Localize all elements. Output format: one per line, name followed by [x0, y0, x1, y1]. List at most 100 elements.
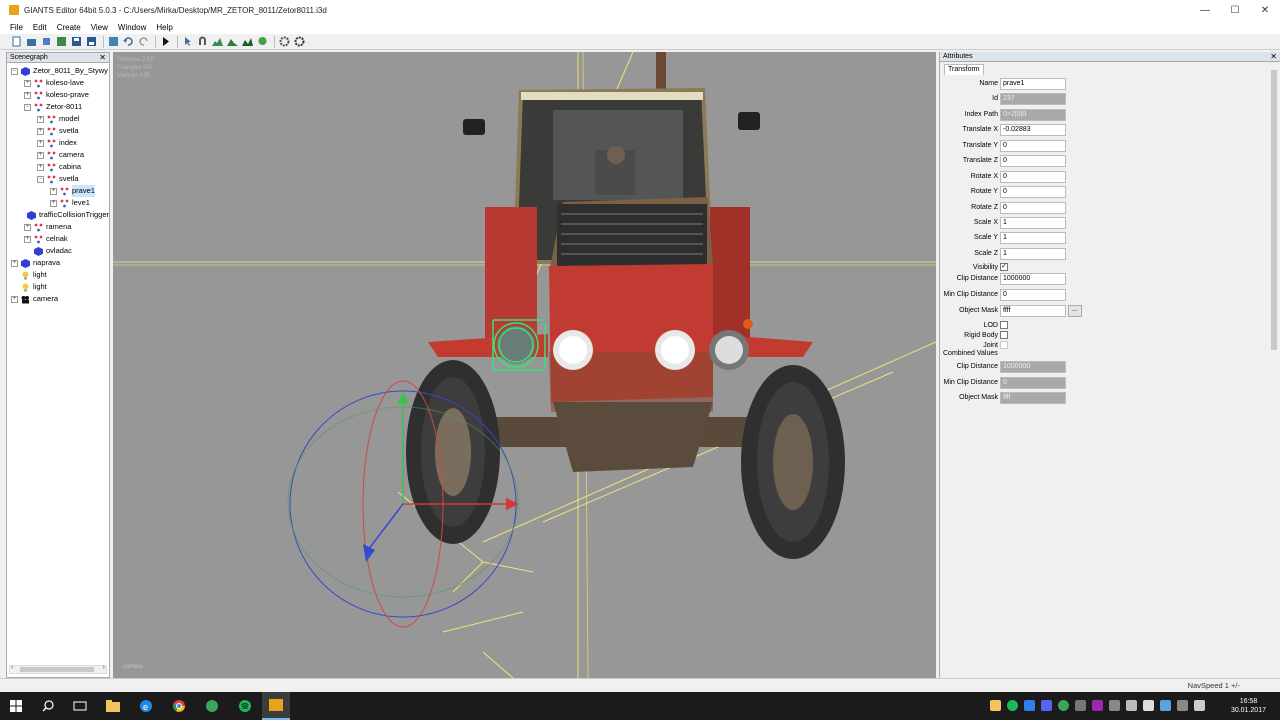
attributes-close-button[interactable]: ✕ — [1270, 52, 1277, 62]
app-green-icon[interactable] — [198, 692, 226, 720]
attribute-value-field[interactable]: 0 — [1000, 155, 1066, 167]
tray-green-icon[interactable] — [1058, 700, 1069, 711]
tray-battery-icon[interactable] — [1194, 700, 1205, 711]
tree-node[interactable]: + model — [7, 113, 109, 125]
start-button[interactable] — [2, 692, 30, 720]
chrome-icon[interactable] — [165, 692, 193, 720]
expand-icon[interactable]: + — [37, 163, 44, 171]
scenegraph-close-button[interactable]: ✕ — [99, 53, 106, 63]
joint-checkbox[interactable] — [1000, 341, 1008, 349]
tree-node[interactable]: − svetla — [7, 173, 109, 185]
min-clip-distance-field[interactable]: 0 — [1000, 289, 1066, 301]
magnet-icon[interactable] — [196, 36, 208, 48]
select-tool-icon[interactable] — [181, 36, 193, 48]
menu-help[interactable]: Help — [156, 23, 172, 32]
foliage-icon[interactable] — [241, 36, 253, 48]
tree-node[interactable]: − Zetor-8011 — [7, 101, 109, 113]
attribute-value-field[interactable]: prave1 — [1000, 78, 1066, 90]
expand-icon[interactable]: + — [24, 79, 31, 87]
expand-icon[interactable]: + — [37, 139, 44, 147]
collapse-icon[interactable]: − — [11, 67, 18, 75]
save-icon[interactable] — [70, 36, 82, 48]
attribute-value-field[interactable]: 1 — [1000, 217, 1066, 229]
3d-viewport[interactable]: Distance 2.58 Triangles 867 Vertices 838… — [113, 52, 936, 678]
expand-icon[interactable]: + — [24, 91, 31, 99]
tree-node[interactable]: + ramena — [7, 221, 109, 233]
tree-node[interactable]: + celnak — [7, 233, 109, 245]
tree-node[interactable]: + naprava — [7, 257, 109, 269]
taskbar-clock[interactable]: 16:58 30.01.2017 — [1231, 697, 1266, 715]
visibility-checkbox[interactable]: ✓ — [1000, 263, 1008, 271]
expand-icon[interactable]: + — [37, 127, 44, 135]
import-icon[interactable] — [40, 36, 52, 48]
spotify-icon[interactable] — [231, 692, 259, 720]
tray-folder-icon[interactable] — [990, 700, 1001, 711]
attributes-vertical-scrollbar[interactable] — [1270, 64, 1278, 672]
scenegraph-horizontal-scrollbar[interactable]: ‹ › — [9, 664, 107, 674]
tree-node[interactable]: + camera — [7, 149, 109, 161]
tray-monitor-icon[interactable] — [1075, 700, 1086, 711]
scroll-right-icon[interactable]: › — [103, 664, 105, 671]
refresh-icon[interactable] — [55, 36, 67, 48]
tree-node[interactable]: trafficCollisionTrigger — [7, 209, 109, 221]
close-button[interactable]: ✕ — [1250, 0, 1280, 20]
tray-keyboard-icon[interactable] — [1177, 700, 1188, 711]
tab-transform[interactable]: Transform — [944, 64, 984, 75]
tree-node[interactable]: + camera — [7, 293, 109, 305]
export-icon[interactable] — [107, 36, 119, 48]
menu-file[interactable]: File — [10, 23, 23, 32]
expand-icon[interactable]: + — [24, 235, 31, 243]
tree-node[interactable]: + leve1 — [7, 197, 109, 209]
minimize-button[interactable]: — — [1190, 0, 1220, 20]
attribute-value-field[interactable]: -0.02883 — [1000, 124, 1066, 136]
tray-network-icon[interactable] — [1109, 700, 1120, 711]
settings-icon[interactable] — [293, 36, 305, 48]
edge-browser-icon[interactable]: e — [132, 692, 160, 720]
tree-node[interactable]: + cabina — [7, 161, 109, 173]
terrain-paint-icon[interactable] — [226, 36, 238, 48]
open-file-icon[interactable] — [25, 36, 37, 48]
tray-app-icon[interactable] — [1024, 700, 1035, 711]
scrollbar-thumb[interactable] — [20, 667, 94, 672]
tree-node[interactable]: + prave1 — [7, 185, 109, 197]
save-all-icon[interactable] — [85, 36, 97, 48]
tree-node[interactable]: + koleso-prave — [7, 89, 109, 101]
tray-spotify-icon[interactable] — [1007, 700, 1018, 711]
search-icon[interactable] — [34, 692, 62, 720]
undo-icon[interactable] — [122, 36, 134, 48]
rigid-body-checkbox[interactable] — [1000, 331, 1008, 339]
attribute-value-field[interactable]: 0 — [1000, 202, 1066, 214]
scroll-left-icon[interactable]: ‹ — [11, 664, 13, 671]
object-mask-field[interactable]: ffff — [1000, 305, 1066, 317]
gear-icon[interactable] — [278, 36, 290, 48]
attribute-value-field[interactable]: 0 — [1000, 140, 1066, 152]
tray-media-icon[interactable] — [1092, 700, 1103, 711]
tree-node[interactable]: light — [7, 281, 109, 293]
attribute-value-field[interactable]: 1 — [1000, 248, 1066, 260]
tree-node[interactable]: + svetla — [7, 125, 109, 137]
giants-editor-taskbar-icon[interactable] — [262, 692, 290, 720]
attribute-value-field[interactable]: 0 — [1000, 171, 1066, 183]
plant-icon[interactable] — [256, 36, 268, 48]
expand-icon[interactable]: + — [50, 199, 57, 207]
file-explorer-icon[interactable] — [99, 692, 127, 720]
tray-wifi-icon[interactable] — [1126, 700, 1137, 711]
attribute-value-field[interactable]: 1 — [1000, 232, 1066, 244]
menu-view[interactable]: View — [91, 23, 108, 32]
terrain-icon[interactable] — [211, 36, 223, 48]
tree-node[interactable]: ovladac — [7, 245, 109, 257]
menu-window[interactable]: Window — [118, 23, 146, 32]
lod-checkbox[interactable] — [1000, 321, 1008, 329]
scrollbar-thumb[interactable] — [1271, 70, 1277, 350]
tray-onedrive-icon[interactable] — [1160, 700, 1171, 711]
expand-icon[interactable]: + — [37, 115, 44, 123]
clip-distance-field[interactable]: 1000000 — [1000, 273, 1066, 285]
menu-edit[interactable]: Edit — [33, 23, 47, 32]
collapse-icon[interactable]: − — [24, 103, 31, 111]
tray-chat-icon[interactable] — [1041, 700, 1052, 711]
tree-node[interactable]: − Zetor_8011_By_Stywy — [7, 65, 109, 77]
redo-icon[interactable] — [137, 36, 149, 48]
task-view-icon[interactable] — [66, 692, 94, 720]
expand-icon[interactable]: + — [24, 223, 31, 231]
tree-node[interactable]: + koleso-lave — [7, 77, 109, 89]
